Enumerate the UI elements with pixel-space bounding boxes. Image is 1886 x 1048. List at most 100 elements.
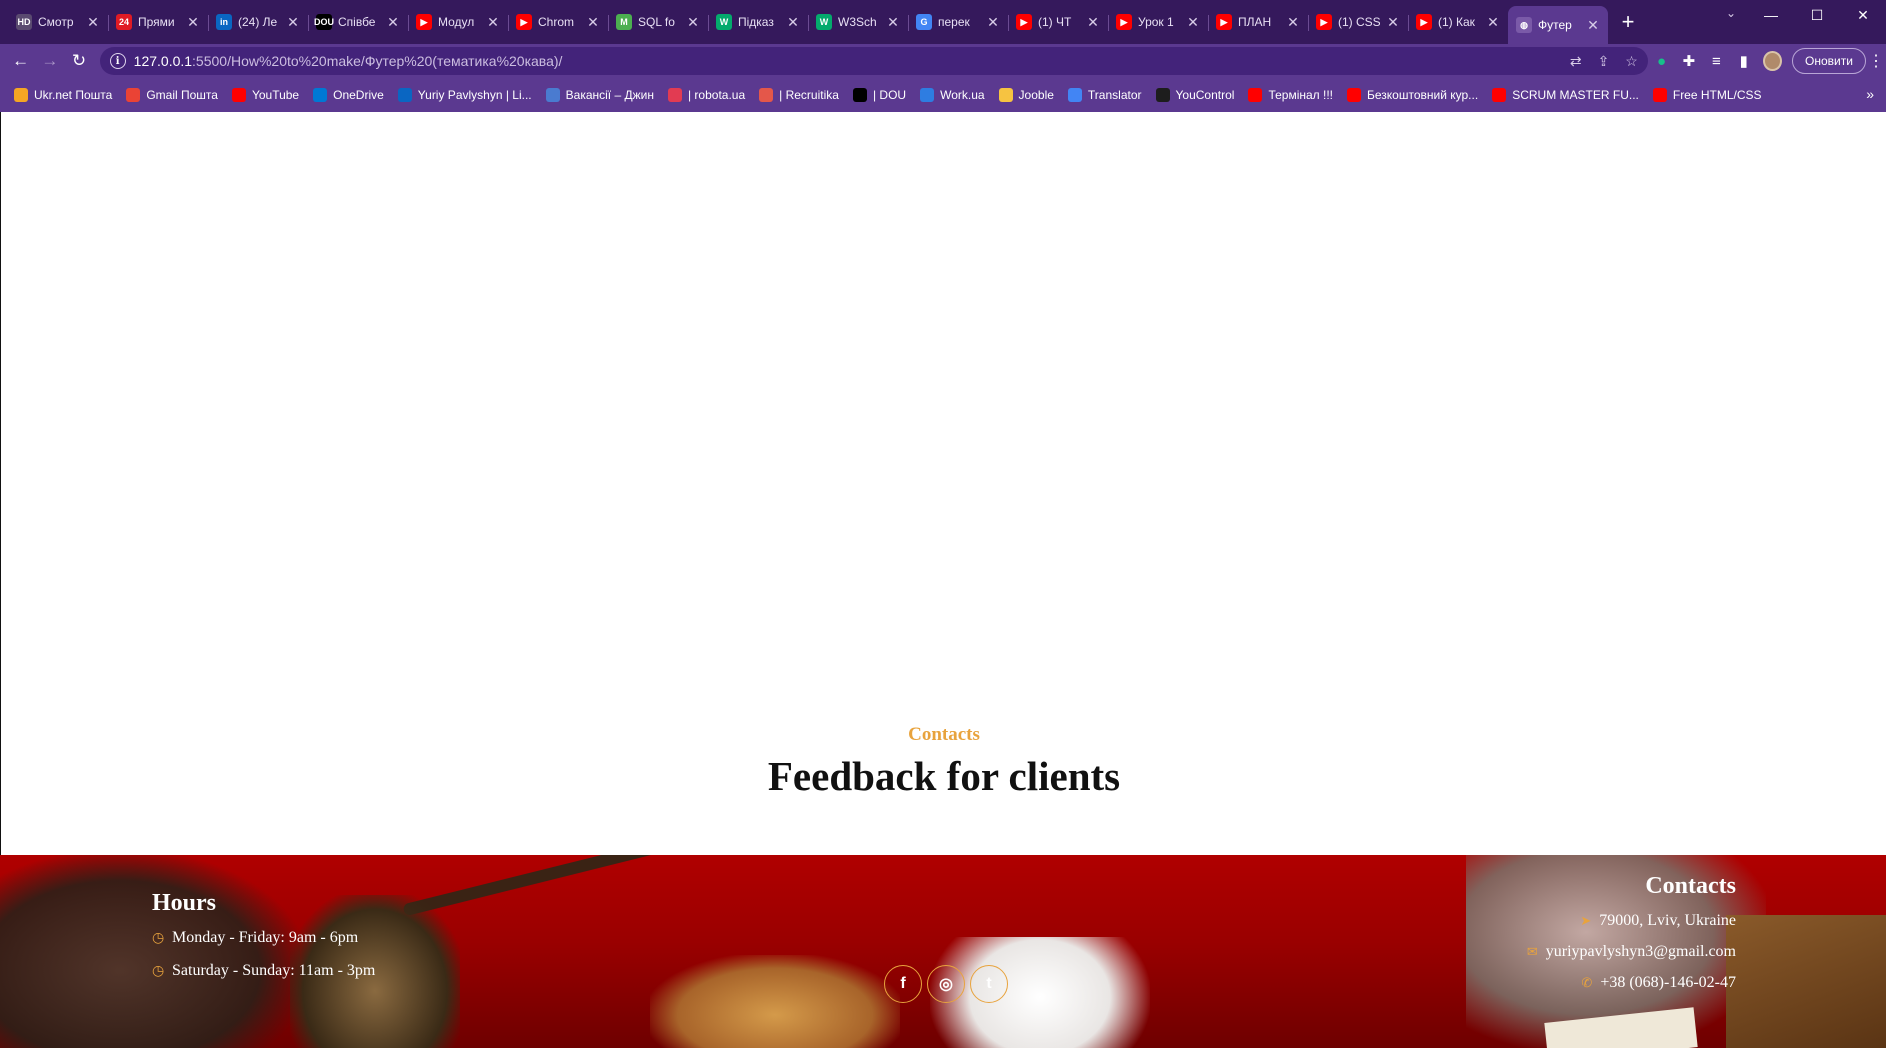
bookmark-item[interactable]: OneDrive — [313, 88, 384, 102]
grammarly-extension-icon[interactable]: ● — [1648, 53, 1675, 70]
contact-phone[interactable]: +38 (068)-146-02-47 — [1600, 974, 1736, 992]
extensions-puzzle-icon[interactable]: ✚ — [1675, 52, 1702, 70]
browser-tab[interactable]: ▶ Урок 1 ✕ — [1108, 0, 1208, 44]
twitter-icon[interactable]: t — [970, 965, 1008, 1003]
contact-phone-row[interactable]: ✆ +38 (068)-146-02-47 — [1527, 974, 1736, 992]
bookmark-item[interactable]: Gmail Пошта — [126, 88, 218, 102]
forward-icon[interactable]: → — [35, 44, 64, 78]
bookmark-label: YouTube — [251, 88, 300, 102]
site-info-icon[interactable]: i — [109, 53, 126, 69]
tab-close-icon[interactable]: ✕ — [1386, 14, 1400, 31]
browser-tab[interactable]: W Підказ ✕ — [708, 0, 808, 44]
tab-favicon-icon: ▶ — [1016, 14, 1032, 30]
address-bar[interactable]: i 127.0.0.1:5500/How%20to%20make/Футер%2… — [99, 47, 1648, 75]
tab-close-icon[interactable]: ✕ — [486, 14, 500, 31]
hours-title: Hours — [152, 890, 217, 916]
tab-close-icon[interactable]: ✕ — [1286, 14, 1300, 31]
url-path: :5500/How%20to%20make/Футер%20(тематика%… — [192, 53, 563, 69]
tab-close-icon[interactable]: ✕ — [986, 14, 1000, 31]
clock-icon: ◷ — [152, 930, 165, 946]
hours-weekend: Saturday - Sunday: 11am - 3pm — [172, 962, 376, 979]
tab-favicon-icon: in — [216, 14, 232, 30]
minimize-icon[interactable]: — — [1748, 0, 1794, 30]
bookmark-favicon-icon — [1652, 88, 1667, 102]
bookmark-item[interactable]: YouTube — [231, 88, 300, 102]
new-tab-icon[interactable]: + — [1612, 0, 1644, 44]
tab-close-icon[interactable]: ✕ — [286, 14, 300, 31]
tab-close-icon[interactable]: ✕ — [386, 14, 400, 31]
bookmark-item[interactable]: Free HTML/CSS — [1652, 88, 1762, 102]
contact-email-row[interactable]: ✉ yuriypavlyshyn3@gmail.com — [1527, 943, 1736, 961]
bookmark-item[interactable]: Безкоштовний кур... — [1347, 88, 1478, 102]
tab-search-icon[interactable]: ⌄ — [1726, 6, 1736, 20]
footer-hours: Hours ◷ Monday - Friday: 9am - 6pm ◷ Sat… — [152, 890, 375, 995]
tab-close-icon[interactable]: ✕ — [586, 14, 600, 31]
bookmark-item[interactable]: Translator — [1067, 88, 1142, 102]
back-icon[interactable]: ← — [6, 44, 35, 78]
reload-icon[interactable]: ↻ — [64, 44, 93, 78]
tab-close-icon[interactable]: ✕ — [1486, 14, 1500, 31]
bookmark-item[interactable]: Jooble — [998, 88, 1054, 102]
bookmark-item[interactable]: Yuriy Pavlyshyn | Li... — [397, 88, 532, 102]
bookmarks-overflow-icon[interactable]: » — [1866, 86, 1874, 102]
bookmark-label: SCRUM MASTER FU... — [1512, 88, 1639, 102]
bookmark-item[interactable]: Ukr.net Пошта — [14, 88, 112, 102]
tab-close-icon[interactable]: ✕ — [186, 14, 200, 31]
footer-contacts: Contacts ➤ 79000, Lviv, Ukraine ✉ yuriyp… — [1527, 873, 1736, 1005]
tab-close-icon[interactable]: ✕ — [886, 14, 900, 31]
browser-tab[interactable]: ▶ (1) CSS ✕ — [1308, 0, 1408, 44]
browser-tab[interactable]: HD Смотр ✕ — [8, 0, 108, 44]
maximize-icon[interactable]: ☐ — [1794, 0, 1840, 30]
bookmark-item[interactable]: Термінал !!! — [1248, 88, 1333, 102]
bookmark-favicon-icon — [126, 88, 141, 102]
tab-close-icon[interactable]: ✕ — [1086, 14, 1100, 31]
bookmark-item[interactable]: | DOU — [852, 88, 906, 102]
contact-email[interactable]: yuriypavlyshyn3@gmail.com — [1546, 943, 1736, 961]
browser-tab[interactable]: ◍ Футер ✕ — [1508, 6, 1608, 44]
browser-tab[interactable]: W W3Sch ✕ — [808, 0, 908, 44]
browser-toolbar: ← → ↻ i 127.0.0.1:5500/How%20to%20make/Ф… — [0, 44, 1886, 78]
tab-title: (24) Ле — [238, 15, 278, 29]
menu-kebab-icon[interactable]: ⋮ — [1866, 51, 1886, 71]
browser-tab[interactable]: ▶ Модул ✕ — [408, 0, 508, 44]
profile-avatar[interactable] — [1763, 51, 1783, 71]
bookmark-item[interactable]: YouControl — [1155, 88, 1234, 102]
browser-tab[interactable]: ▶ Chrom ✕ — [508, 0, 608, 44]
close-window-icon[interactable]: ✕ — [1840, 0, 1886, 30]
side-panel-icon[interactable]: ▮ — [1730, 52, 1757, 70]
section-headline: Feedback for clients — [767, 753, 1121, 799]
share-icon[interactable]: ⇪ — [1598, 53, 1610, 70]
bookmark-label: Термінал !!! — [1268, 88, 1333, 102]
bookmark-item[interactable]: | Recruitika — [759, 88, 839, 102]
tab-close-icon[interactable]: ✕ — [1586, 17, 1600, 34]
tab-list: HD Смотр ✕ 24 Прями ✕ in (24) Ле ✕ DOU Співбе ✕ ▶ Мод… — [0, 0, 1644, 44]
browser-tab[interactable]: in (24) Ле ✕ — [208, 0, 308, 44]
browser-tab[interactable]: ▶ (1) ЧТ ✕ — [1008, 0, 1108, 44]
tab-close-icon[interactable]: ✕ — [686, 14, 700, 31]
tab-favicon-icon: ▶ — [1216, 14, 1232, 30]
bookmark-favicon-icon — [1067, 88, 1082, 102]
browser-tab[interactable]: ▶ ПЛАН ✕ — [1208, 0, 1308, 44]
bookmark-favicon-icon — [1492, 88, 1507, 102]
browser-tab[interactable]: ▶ (1) Как ✕ — [1408, 0, 1508, 44]
facebook-icon[interactable]: f — [884, 965, 922, 1003]
browser-tab[interactable]: M SQL fo ✕ — [608, 0, 708, 44]
tab-close-icon[interactable]: ✕ — [86, 14, 100, 31]
update-button[interactable]: Оновити — [1792, 48, 1866, 74]
bookmark-item[interactable]: Вакансії – Джин — [545, 88, 654, 102]
tab-close-icon[interactable]: ✕ — [1186, 14, 1200, 31]
bookmark-item[interactable]: | robota.ua — [667, 88, 745, 102]
bookmark-item[interactable]: Work.ua — [920, 88, 985, 102]
translate-icon[interactable]: ⇄ — [1570, 53, 1582, 70]
bookmark-item[interactable]: SCRUM MASTER FU... — [1492, 88, 1639, 102]
media-control-icon[interactable]: ≡ — [1703, 53, 1730, 70]
hours-row: ◷ Saturday - Sunday: 11am - 3pm — [152, 962, 375, 980]
browser-tab[interactable]: DOU Співбе ✕ — [308, 0, 408, 44]
browser-tab[interactable]: Gперек ✕ — [908, 0, 1008, 44]
contacts-title: Contacts — [1645, 873, 1736, 899]
browser-tab[interactable]: 24 Прями ✕ — [108, 0, 208, 44]
hours-weekdays: Monday - Friday: 9am - 6pm — [172, 929, 359, 946]
instagram-icon[interactable]: ◎ — [927, 965, 965, 1003]
tab-close-icon[interactable]: ✕ — [786, 14, 800, 31]
bookmark-star-icon[interactable]: ☆ — [1625, 53, 1638, 70]
